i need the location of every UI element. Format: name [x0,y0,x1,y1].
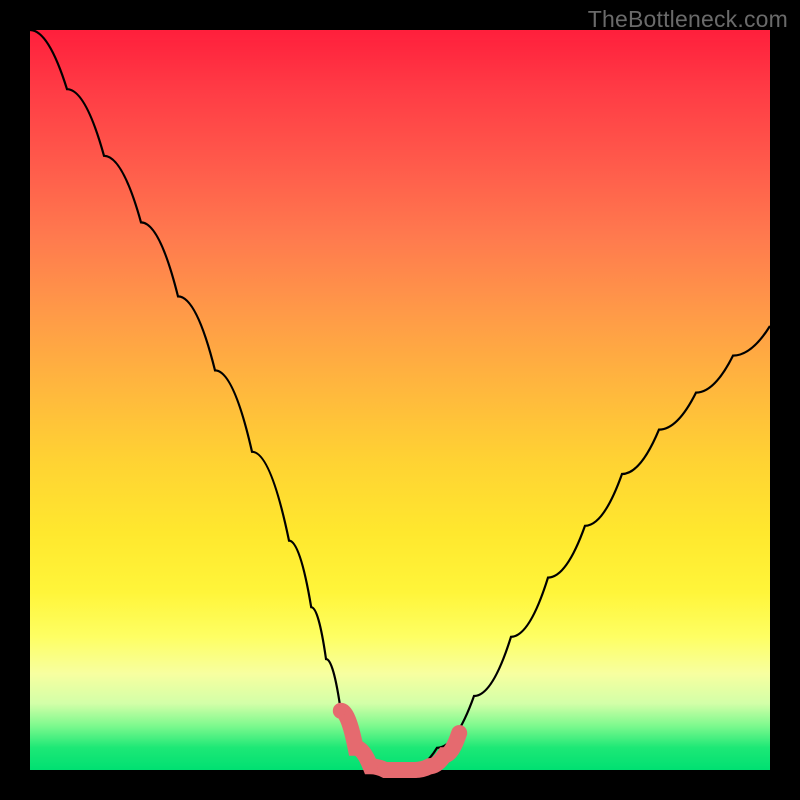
marker-dot [392,762,408,778]
bottleneck-curve-path [30,30,770,770]
marker-dot [407,762,423,778]
marker-dot [377,762,393,778]
marker-dot [363,759,377,773]
watermark-text: TheBottleneck.com [588,6,788,33]
marker-dot [350,742,362,754]
marker-dot [437,748,451,762]
marker-group [336,706,465,778]
marker-dot [336,706,346,716]
chart-frame: TheBottleneck.com [0,0,800,800]
plot-area [30,30,770,770]
marker-dot [422,758,438,774]
curve-svg [30,30,770,770]
marker-dot [453,727,465,739]
